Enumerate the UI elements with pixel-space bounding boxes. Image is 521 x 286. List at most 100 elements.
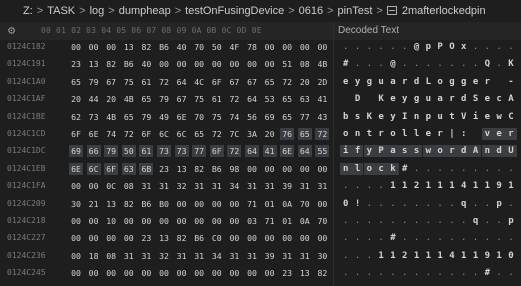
hex-byte[interactable]: 6B — [139, 162, 154, 175]
hex-byte[interactable]: 79 — [87, 76, 101, 88]
hex-byte[interactable]: 00 — [122, 215, 136, 227]
decoded-char[interactable]: . — [493, 232, 505, 244]
decoded-char[interactable]: . — [352, 232, 364, 244]
decoded-char[interactable]: y — [352, 76, 364, 88]
decoded-char[interactable]: . — [493, 215, 505, 227]
decoded-char[interactable] — [364, 93, 376, 105]
hex-byte[interactable]: 7C — [227, 128, 241, 140]
hex-byte[interactable]: 30 — [315, 250, 329, 262]
decoded-char[interactable]: p — [505, 215, 517, 227]
decoded-char[interactable]: r — [399, 76, 411, 88]
hex-byte[interactable]: 6F — [209, 145, 224, 158]
hex-byte[interactable]: 13 — [298, 267, 312, 279]
hex-byte[interactable]: 32 — [157, 250, 171, 262]
decoded-char[interactable]: . — [340, 41, 352, 53]
decoded-char[interactable]: 1 — [434, 180, 446, 192]
decoded-char[interactable]: c — [493, 93, 505, 105]
hex-byte[interactable]: 64 — [245, 145, 259, 158]
decoded-char[interactable]: . — [470, 267, 482, 279]
decoded-char[interactable] — [340, 93, 352, 105]
hex-byte[interactable]: 67 — [245, 76, 259, 88]
hex-byte[interactable]: 4B — [315, 58, 329, 70]
hex-byte[interactable]: 50 — [121, 145, 136, 158]
hex-byte[interactable]: 13 — [87, 58, 101, 70]
decoded-char[interactable]: | — [446, 128, 458, 140]
decoded-char[interactable]: w — [493, 111, 505, 123]
decoded-char[interactable]: . — [340, 180, 352, 192]
hex-byte[interactable]: 44 — [87, 93, 101, 105]
hex-byte[interactable]: C0 — [210, 232, 224, 244]
decoded-char[interactable]: u — [423, 93, 435, 105]
hex-byte[interactable]: 00 — [298, 41, 312, 53]
hex-byte[interactable]: 08 — [122, 180, 136, 192]
breadcrumb-item[interactable]: pinTest — [338, 5, 373, 17]
hex-byte[interactable]: 23 — [157, 163, 171, 175]
decoded-char[interactable]: . — [387, 267, 399, 279]
decoded-char[interactable]: i — [470, 111, 482, 123]
hex-byte[interactable]: 01 — [263, 198, 277, 210]
hex-byte[interactable]: 00 — [245, 267, 259, 279]
hex-byte[interactable]: 00 — [263, 41, 277, 53]
decoded-char[interactable]: . — [458, 163, 470, 175]
decoded-char[interactable]: g — [364, 76, 376, 88]
decoded-char[interactable]: S — [470, 93, 482, 105]
hex-byte[interactable]: 72 — [227, 145, 242, 158]
decoded-char[interactable]: d — [493, 145, 505, 158]
hex-byte[interactable]: 34 — [227, 180, 241, 192]
decoded-char[interactable]: . — [505, 267, 517, 279]
decoded-char[interactable]: P — [375, 145, 387, 158]
hex-byte[interactable]: 0A — [280, 198, 294, 210]
hex-byte[interactable]: 13 — [157, 232, 171, 244]
hex-byte[interactable]: 08 — [104, 250, 118, 262]
hex-byte[interactable]: 75 — [122, 76, 136, 88]
decoded-char[interactable]: p — [493, 198, 505, 210]
hex-byte[interactable]: 00 — [69, 232, 83, 244]
decoded-char[interactable]: 1 — [423, 250, 435, 262]
hex-byte[interactable]: 66 — [86, 145, 101, 158]
hex-byte[interactable]: 40 — [139, 58, 153, 70]
hex-byte[interactable]: 00 — [227, 215, 241, 227]
hex-byte[interactable]: 39 — [263, 250, 277, 262]
decoded-char[interactable]: 1 — [411, 250, 423, 262]
hex-byte[interactable]: 03 — [245, 215, 259, 227]
hex-byte[interactable]: 65 — [69, 76, 83, 88]
decoded-char[interactable]: n — [481, 145, 494, 158]
decoded-char[interactable]: . — [375, 267, 387, 279]
hex-byte[interactable]: 77 — [298, 111, 312, 123]
hex-byte[interactable]: 74 — [104, 128, 118, 140]
hex-byte[interactable]: 31 — [139, 250, 153, 262]
hex-byte[interactable]: 00 — [227, 198, 241, 210]
decoded-char[interactable]: . — [411, 163, 423, 175]
decoded-char[interactable]: q — [458, 198, 470, 210]
decoded-char[interactable]: 1 — [423, 180, 435, 192]
hex-byte[interactable]: 71 — [263, 215, 277, 227]
decoded-char[interactable]: 0 — [505, 250, 517, 262]
hex-byte[interactable]: 00 — [175, 215, 189, 227]
hex-byte[interactable]: 76 — [280, 128, 295, 140]
decoded-char[interactable]: . — [446, 58, 458, 70]
decoded-char[interactable]: . — [423, 198, 435, 210]
hex-byte[interactable]: 72 — [280, 76, 294, 88]
hex-byte[interactable]: 23 — [69, 58, 83, 70]
hex-byte[interactable]: 00 — [192, 198, 206, 210]
hex-byte[interactable]: 72 — [227, 93, 241, 105]
decoded-char[interactable]: . — [352, 180, 364, 192]
decoded-char[interactable]: 4 — [458, 180, 470, 192]
decoded-char[interactable]: e — [493, 128, 505, 140]
hex-byte[interactable]: 00 — [69, 215, 83, 227]
hex-byte[interactable]: 00 — [227, 58, 241, 70]
hex-byte[interactable]: 64 — [297, 145, 312, 158]
decoded-char[interactable]: K — [375, 93, 387, 105]
decoded-char[interactable]: O — [446, 41, 458, 53]
decoded-char[interactable]: . — [399, 232, 411, 244]
hex-byte[interactable]: 00 — [192, 267, 206, 279]
decoded-char[interactable]: o — [363, 162, 376, 175]
decoded-char[interactable]: Q — [482, 58, 494, 70]
decoded-char[interactable]: r — [505, 128, 517, 140]
hex-byte[interactable]: 69 — [69, 145, 83, 158]
hex-byte[interactable]: 98 — [227, 163, 241, 175]
decoded-char[interactable]: x — [458, 41, 470, 53]
decoded-char[interactable] — [493, 76, 505, 88]
decoded-char[interactable]: . — [470, 163, 482, 175]
decoded-char[interactable]: n — [411, 111, 423, 123]
